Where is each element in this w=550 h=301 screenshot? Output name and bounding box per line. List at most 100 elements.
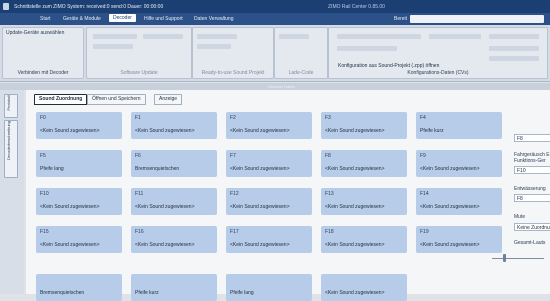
vtab-decoderbeschreibung[interactable]: Decoderbeschreibung (4, 120, 18, 178)
software-update-option[interactable] (143, 34, 183, 39)
function-sound-select[interactable]: F10 (514, 166, 550, 174)
vtab-protokoll[interactable]: Protokoll (4, 94, 18, 118)
assigned-sound-label: <Kein Sound zugewiesen> (135, 242, 195, 248)
config-option[interactable] (489, 34, 539, 39)
assigned-sound-label: Pfeife lang (40, 166, 64, 172)
drive-sound-select[interactable]: F8 (514, 134, 550, 142)
function-tile[interactable]: F10 <Kein Sound zugewiesen> (36, 188, 122, 215)
function-key-label: F4 (420, 115, 426, 121)
update-select-button[interactable]: Update-Geräte auswählen (6, 30, 76, 36)
function-tile[interactable]: F16 <Kein Sound zugewiesen> (131, 226, 217, 253)
assigned-sound-label: Bremsenquietschen (135, 166, 180, 172)
function-tile[interactable]: F3 <Kein Sound zugewiesen> (321, 112, 407, 139)
volume-label: Gesamt-Lauts (514, 240, 546, 246)
function-key-label: F2 (230, 115, 236, 121)
config-option[interactable] (489, 46, 539, 51)
assigned-sound-label: Pfeife lang (230, 290, 254, 296)
sound-assignment-panel: Sound Zuordnung Öffnen und Speichern Anz… (26, 90, 550, 301)
function-tile[interactable]: F1 <Kein Sound zugewiesen> (131, 112, 217, 139)
software-update-option[interactable] (93, 44, 133, 49)
assigned-sound-label: <Kein Sound zugewiesen> (325, 128, 385, 134)
group-label-software-update: Software Update (120, 70, 158, 76)
vtab-protokoll-label: Protokoll (6, 95, 11, 111)
assigned-sound-label: <Kein Sound zugewiesen> (230, 166, 290, 172)
decoder-data-label: Decoder Daten (268, 84, 295, 89)
function-tile[interactable]: F7 <Kein Sound zugewiesen> (226, 150, 312, 177)
load-code-option[interactable] (279, 34, 309, 39)
function-key-label: F13 (325, 191, 334, 197)
function-key-label: F0 (40, 115, 46, 121)
decoder-data-section-header: Decoder Daten (0, 83, 550, 90)
function-tile[interactable]: F17 <Kein Sound zugewiesen> (226, 226, 312, 253)
function-tile[interactable]: Pfeife kurz (131, 274, 217, 301)
config-option[interactable] (489, 56, 539, 61)
config-option[interactable] (429, 34, 481, 39)
group-label-config-data: Konfigurations-Daten (CVs) (407, 70, 469, 76)
menu-start[interactable]: Start (40, 16, 51, 22)
sound-project-option[interactable] (197, 34, 237, 39)
software-update-option[interactable] (93, 34, 137, 39)
menu-decoder[interactable]: Decoder (109, 14, 136, 22)
function-tile[interactable]: F15 <Kein Sound zugewiesen> (36, 226, 122, 253)
assigned-sound-label: <Kein Sound zugewiesen> (230, 204, 290, 210)
function-key-label: F12 (230, 191, 239, 197)
function-tile[interactable]: F12 <Kein Sound zugewiesen> (226, 188, 312, 215)
sound-project-option[interactable] (197, 44, 231, 49)
assigned-sound-label: <Kein Sound zugewiesen> (230, 128, 290, 134)
function-key-label: F10 (40, 191, 49, 197)
function-tile[interactable]: F18 <Kein Sound zugewiesen> (321, 226, 407, 253)
function-tile[interactable]: F5 Pfeife lang (36, 150, 122, 177)
ribbon: Update-Geräte auswählen Verbinden mit De… (0, 25, 550, 82)
function-tile[interactable]: Bremsenquietschen (36, 274, 122, 301)
assigned-sound-label: <Kein Sound zugewiesen> (40, 242, 100, 248)
function-tile[interactable]: F13 <Kein Sound zugewiesen> (321, 188, 407, 215)
volume-slider-track[interactable] (492, 258, 544, 259)
function-tile[interactable]: <Kein Sound zugewiesen> (321, 274, 407, 301)
menu-data-management[interactable]: Daten Verwaltung (194, 16, 233, 22)
menu-devices-modules[interactable]: Geräte & Module (63, 16, 101, 22)
assigned-sound-label: <Kein Sound zugewiesen> (325, 242, 385, 248)
vertical-tab-strip: Protokoll Decoderbeschreibung (0, 90, 24, 294)
ribbon-group-config-data: Konfigurations-Daten (CVs) (328, 27, 548, 79)
function-tile[interactable]: F8 <Kein Sound zugewiesen> (321, 150, 407, 177)
function-tile[interactable]: F9 <Kein Sound zugewiesen> (416, 150, 502, 177)
function-key-label: F17 (230, 229, 239, 235)
tab-sound-assignment[interactable]: Sound Zuordnung (34, 94, 88, 105)
tab-display[interactable]: Anzeige (154, 94, 183, 105)
config-option[interactable] (337, 46, 397, 51)
menu-bar: Start Geräte & Module Decoder Hilfe und … (0, 13, 550, 25)
menu-help-support[interactable]: Hilfe und Support (144, 16, 183, 22)
tab-open-save[interactable]: Öffnen und Speichern (87, 94, 146, 105)
function-tile[interactable]: F11 <Kein Sound zugewiesen> (131, 188, 217, 215)
function-tile[interactable]: F6 Bremsenquietschen (131, 150, 217, 177)
config-option[interactable] (337, 34, 421, 39)
mute-select[interactable]: Keine Zuordnu (514, 223, 550, 231)
assigned-sound-label: Bremsenquietschen (40, 290, 85, 296)
status-field (410, 15, 544, 23)
function-key-label: F8 (325, 153, 331, 159)
drain-select[interactable]: F8 (514, 194, 550, 202)
assigned-sound-label: <Kein Sound zugewiesen> (40, 128, 100, 134)
function-key-label: F1 (135, 115, 141, 121)
assigned-sound-label: <Kein Sound zugewiesen> (325, 204, 385, 210)
function-tile[interactable]: F19 <Kein Sound zugewiesen> (416, 226, 502, 253)
group-label-load-code: Lade-Code (288, 70, 314, 76)
app-title: ZIMO Rail Center 0.85.00 (328, 4, 385, 10)
assigned-sound-label: <Kein Sound zugewiesen> (325, 166, 385, 172)
function-tile[interactable]: F2 <Kein Sound zugewiesen> (226, 112, 312, 139)
function-key-label: F6 (135, 153, 141, 159)
function-key-label: F18 (325, 229, 334, 235)
assigned-sound-label: Pfeife kurz (420, 128, 444, 134)
open-sound-project-button[interactable]: Konfiguration aus Sound-Projekt (.zpp) ö… (338, 63, 439, 69)
assigned-sound-label: <Kein Sound zugewiesen> (135, 204, 195, 210)
title-bar: Schnittstelle zum ZIMO System: received:… (0, 0, 550, 13)
function-tile[interactable]: F4 Pfeife kurz (416, 112, 502, 139)
function-tile[interactable]: F14 <Kein Sound zugewiesen> (416, 188, 502, 215)
ribbon-group-connect: Update-Geräte auswählen Verbinden mit De… (2, 27, 84, 79)
assigned-sound-label: Pfeife kurz (135, 290, 159, 296)
function-tile[interactable]: F0 <Kein Sound zugewiesen> (36, 112, 122, 139)
function-key-label: F3 (325, 115, 331, 121)
function-key-label: F5 (40, 153, 46, 159)
volume-slider-thumb[interactable] (503, 254, 506, 262)
function-tile[interactable]: Pfeife lang (226, 274, 312, 301)
